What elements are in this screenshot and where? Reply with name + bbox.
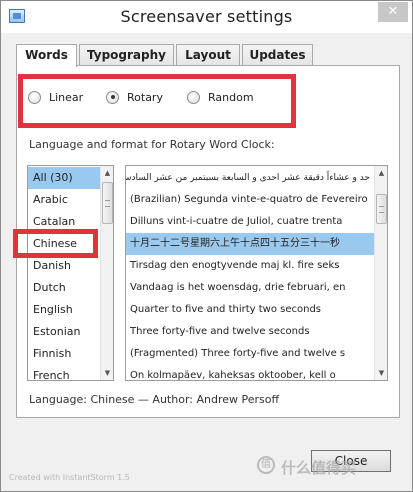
watermark-icon: 值 — [257, 456, 275, 474]
window-title: Screensaver settings — [120, 7, 293, 26]
tab-updates[interactable]: Updates — [242, 44, 313, 66]
format-list[interactable]: حد و عشاءاً دقيقة عشر احدى و السابعة بسب… — [125, 165, 388, 381]
format-item[interactable]: Vandaag is het woensdag, drie februari, … — [126, 277, 374, 299]
format-item[interactable]: Three forty-five and twelve seconds — [126, 321, 374, 343]
format-item[interactable]: حد و عشاءاً دقيقة عشر احدى و السابعة بسب… — [126, 167, 374, 189]
screensaver-settings-window: Screensaver settings ✕ Words Typography … — [0, 0, 413, 492]
language-author-info: Language: Chinese — Author: Andrew Perso… — [29, 393, 280, 406]
section-label: Language and format for Rotary Word Cloc… — [29, 138, 275, 151]
scroll-up-arrow-icon[interactable]: ▲ — [101, 166, 113, 180]
title-bar: Screensaver settings ✕ — [1, 1, 412, 33]
tab-layout[interactable]: Layout — [176, 44, 240, 66]
format-item[interactable]: Quarter to five and thirty two seconds — [126, 299, 374, 321]
language-item[interactable]: Dutch — [28, 277, 100, 299]
format-item[interactable]: Tirsdag den enogtyvende maj kl. fire sek… — [126, 255, 374, 277]
format-item[interactable]: On kolmapäev, kaheksas oktoober, kell o — [126, 365, 374, 380]
tab-words[interactable]: Words — [16, 44, 77, 67]
mode-highlight-box — [18, 74, 296, 128]
language-item[interactable]: Finnish — [28, 343, 100, 365]
format-item[interactable]: 十月二十二号星期六上午十点四十五分三十一秒 — [126, 233, 374, 255]
language-item[interactable]: Danish — [28, 255, 100, 277]
language-item[interactable]: Estonian — [28, 321, 100, 343]
scroll-up-arrow-icon[interactable]: ▲ — [375, 166, 387, 180]
scroll-thumb[interactable] — [376, 194, 387, 224]
language-list[interactable]: All (30) Arabic Catalan Chinese Danish D… — [27, 165, 114, 381]
scroll-down-arrow-icon[interactable]: ▼ — [375, 366, 387, 380]
language-scrollbar[interactable]: ▲ ▼ — [100, 166, 113, 380]
tab-typography[interactable]: Typography — [79, 44, 174, 66]
language-item[interactable]: All (30) — [28, 167, 100, 189]
format-item[interactable]: (Brazilian) Segunda vinte-e-quatro de Fe… — [126, 189, 374, 211]
scroll-down-arrow-icon[interactable]: ▼ — [101, 366, 113, 380]
window-close-button[interactable]: ✕ — [378, 2, 408, 22]
chinese-highlight-box — [13, 229, 98, 258]
language-item[interactable]: English — [28, 299, 100, 321]
scroll-thumb[interactable] — [102, 182, 113, 224]
format-scrollbar[interactable]: ▲ ▼ — [374, 166, 387, 380]
format-item[interactable]: (Fragmented) Three forty-five and twelve… — [126, 343, 374, 365]
watermark-text: 什么值得买 — [281, 459, 357, 477]
language-item[interactable]: French — [28, 365, 100, 380]
format-item[interactable]: Dilluns vint-i-cuatre de Juliol, cuatre … — [126, 211, 374, 233]
language-item[interactable]: Arabic — [28, 189, 100, 211]
footer-credit: Created with InstantStorm 1.5 — [9, 473, 130, 482]
